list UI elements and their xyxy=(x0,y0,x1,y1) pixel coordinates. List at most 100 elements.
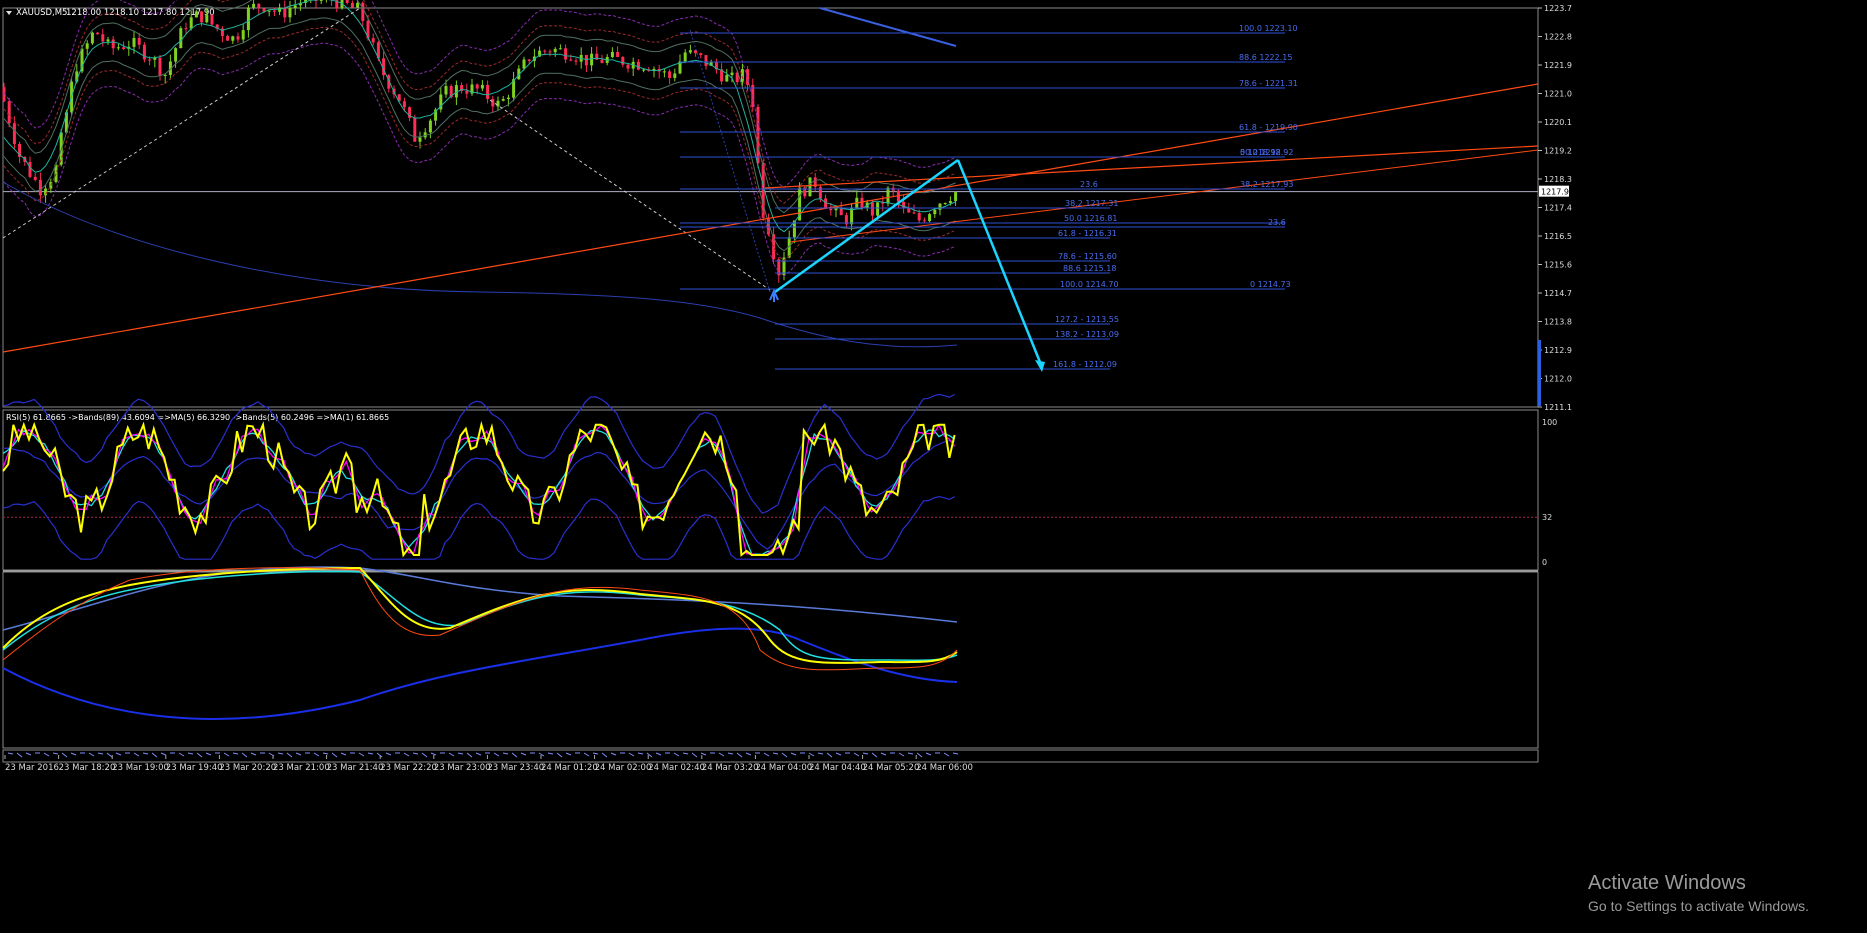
candle-body xyxy=(491,98,495,107)
histogram-bar xyxy=(566,656,568,686)
mini-indicator-mark xyxy=(907,752,914,755)
buy-arrow-icon xyxy=(769,288,779,302)
price-tick-label: 1221.0 xyxy=(1544,90,1572,99)
histogram-bar xyxy=(609,656,612,693)
mini-indicator-mark xyxy=(736,752,743,758)
histogram-bar xyxy=(504,641,506,656)
mini-indicator-mark xyxy=(277,752,284,755)
mini-indicator-mark xyxy=(610,752,617,756)
candle-body xyxy=(283,7,287,18)
histogram-bar xyxy=(63,619,66,656)
histogram-bar xyxy=(107,615,110,656)
mini-indicator-mark xyxy=(133,752,140,757)
candle-body xyxy=(824,198,828,209)
mini-indicator-mark xyxy=(25,752,32,756)
dotted-trend-line xyxy=(489,99,771,291)
candle-body xyxy=(231,36,235,41)
candle-body xyxy=(584,54,588,66)
candle-body xyxy=(699,53,703,56)
candle-body xyxy=(174,48,178,62)
histogram-bar xyxy=(510,647,513,656)
mini-indicator-mark xyxy=(223,752,230,757)
histogram-bar xyxy=(280,656,283,704)
fib-level-label: 78.6 - 1221.31 xyxy=(1239,79,1298,88)
histogram-bar xyxy=(435,611,438,656)
histogram-bar xyxy=(851,654,854,656)
histogram-bar xyxy=(237,656,240,694)
price-tick-label: 1215.6 xyxy=(1544,261,1572,270)
candle-body xyxy=(288,8,292,18)
candle-body xyxy=(673,73,677,78)
mini-indicator-mark xyxy=(340,752,347,756)
histogram-bar xyxy=(392,656,395,734)
activate-windows-title: Activate Windows xyxy=(1588,872,1746,894)
candle-body xyxy=(553,48,557,53)
candle-body xyxy=(293,5,297,9)
mini-indicator-mark xyxy=(880,752,887,756)
lower-band-grey xyxy=(3,17,956,252)
candle-body xyxy=(564,48,568,60)
mini-indicator-mark xyxy=(943,752,950,757)
histogram-bar xyxy=(621,656,624,696)
histogram-bar xyxy=(349,656,351,736)
current-price-label: 1217.9 xyxy=(1541,188,1569,197)
price-tick-label: 1223.7 xyxy=(1544,4,1572,13)
candle-body xyxy=(725,74,729,82)
histogram-bar xyxy=(262,656,265,693)
candle-body xyxy=(148,59,152,61)
time-tick-label: 24 Mar 06:00 xyxy=(916,763,973,773)
mini-indicator-mark xyxy=(916,752,923,758)
mini-indicator-mark xyxy=(457,752,464,755)
candle-body xyxy=(626,64,630,69)
price-tick-label: 1212.9 xyxy=(1544,346,1572,355)
histogram-bar xyxy=(497,629,500,656)
histogram-bar xyxy=(690,656,692,700)
mini-indicator-mark xyxy=(385,752,392,756)
histogram-bar xyxy=(411,600,413,656)
histogram-bar xyxy=(243,656,246,689)
histogram-bar xyxy=(51,624,54,656)
mini-indicator-mark xyxy=(520,752,527,756)
mini-indicator-mark xyxy=(403,752,410,757)
candle-body xyxy=(886,187,890,204)
candle-body xyxy=(96,32,100,35)
histogram-bar xyxy=(807,610,810,656)
candle-body xyxy=(246,7,250,31)
candle-body xyxy=(189,17,193,29)
candle-body xyxy=(829,208,833,211)
mini-indicator-mark xyxy=(835,752,842,756)
candle-body xyxy=(205,14,209,23)
histogram-bar xyxy=(789,606,792,656)
mini-indicator-mark xyxy=(16,752,23,758)
histogram-bar xyxy=(770,610,773,656)
candle-body xyxy=(860,197,864,208)
histogram-bar xyxy=(386,656,389,699)
mini-indicator-mark xyxy=(682,752,689,755)
mini-indicator-mark xyxy=(745,752,752,756)
lower-band-purple xyxy=(3,42,956,277)
mini-indicator-mark xyxy=(367,752,374,755)
mini-indicator-mark xyxy=(151,752,158,758)
histogram-bar xyxy=(888,654,891,656)
candle-body xyxy=(200,11,204,23)
mini-indicator-mark xyxy=(115,752,122,756)
candle-body xyxy=(28,161,32,177)
mini-indicator-mark xyxy=(772,752,779,755)
wave-arrow-down xyxy=(956,159,1044,368)
mini-indicator-mark xyxy=(268,752,275,757)
candle-body xyxy=(236,36,240,40)
histogram-bar xyxy=(144,647,147,656)
rsi-scale-label: 100 xyxy=(1542,418,1557,427)
mini-indicator-mark xyxy=(196,752,203,758)
histogram-bar xyxy=(578,656,581,703)
mini-indicator-mark xyxy=(43,752,50,757)
mini-indicator-mark xyxy=(817,752,824,755)
candle-body xyxy=(912,212,916,214)
histogram-bar xyxy=(733,634,736,656)
candle-body xyxy=(574,60,578,62)
candle-body xyxy=(371,38,375,43)
histogram-bar xyxy=(944,656,947,691)
fib-level-label: 161.8 - 1212.09 xyxy=(1053,360,1117,369)
histogram-bar xyxy=(634,656,637,684)
rsi-scale-label: 0 xyxy=(1542,558,1547,567)
